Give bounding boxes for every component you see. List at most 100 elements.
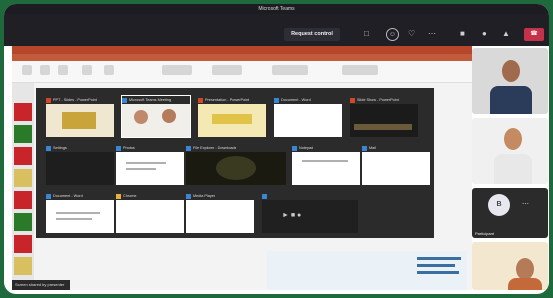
slide-thumbnails-panel xyxy=(12,83,34,290)
switcher-window-selected[interactable]: Microsoft Teams Meeting xyxy=(121,95,191,138)
switcher-window[interactable]: Slide Show - PowerPoint xyxy=(350,96,418,137)
leave-button[interactable]: ☎ xyxy=(524,28,544,41)
notepad-icon xyxy=(292,145,297,151)
window-preview xyxy=(186,152,286,185)
window-title: Settings xyxy=(53,146,67,150)
preview-image xyxy=(212,114,252,124)
participant-name: Participant xyxy=(475,231,494,236)
switcher-window[interactable]: Media Player xyxy=(186,192,254,233)
slide-thumbnail[interactable] xyxy=(14,191,32,209)
ribbon-button[interactable] xyxy=(104,65,114,75)
promo-line xyxy=(417,264,455,267)
share-icon[interactable]: ▲ xyxy=(502,30,510,38)
slide-thumbnail[interactable] xyxy=(14,257,32,275)
mail-icon xyxy=(362,145,367,151)
ribbon-button[interactable] xyxy=(162,65,192,75)
window-title: Document - Word xyxy=(281,98,311,102)
preview-line xyxy=(56,218,92,220)
slide-thumbnail[interactable] xyxy=(14,169,32,187)
window-preview xyxy=(116,200,184,233)
chat-icon[interactable]: □ xyxy=(364,30,369,38)
ribbon-button[interactable] xyxy=(82,65,92,75)
window-title: Presentation - PowerPoint xyxy=(205,98,250,102)
switcher-window[interactable]: Presentation - PowerPoint xyxy=(198,96,266,137)
promo-graphic xyxy=(267,251,467,290)
window-preview xyxy=(122,104,190,137)
explorer-icon xyxy=(186,145,191,151)
ribbon-button[interactable] xyxy=(272,65,308,75)
teams-window: Microsoft Teams Request control □ ☺ ♡ ⋯ … xyxy=(4,4,549,294)
window-preview xyxy=(350,104,418,137)
window-title: File Explorer - Downloads xyxy=(193,146,237,150)
promo-line xyxy=(417,257,461,260)
window-preview xyxy=(116,152,184,185)
participant-face xyxy=(504,128,522,150)
preview-line xyxy=(302,160,348,162)
ppt-titlebar xyxy=(12,46,472,54)
task-switcher: PPT - Slides - PowerPoint Microsoft Team… xyxy=(36,88,434,238)
participant-shirt xyxy=(508,278,542,290)
reactions-icon[interactable]: ♡ xyxy=(408,30,415,38)
conversation-icon[interactable]: ☺ xyxy=(386,28,399,41)
slide-thumbnail[interactable] xyxy=(14,103,32,121)
participant-video-tile[interactable]: B ⋯ Participant xyxy=(472,188,548,238)
ppt-ribbon-tabs xyxy=(12,54,472,61)
participant-video-tile[interactable] xyxy=(472,118,548,184)
switcher-window[interactable]: Mail xyxy=(362,144,430,185)
shared-status-label: Screen shared by presenter xyxy=(12,280,70,290)
switcher-window[interactable]: Photos xyxy=(116,144,184,185)
mic-icon[interactable]: ● xyxy=(482,30,487,38)
face xyxy=(162,109,176,123)
window-title: Media Player xyxy=(193,194,216,198)
window-preview xyxy=(46,104,114,137)
ribbon-button[interactable] xyxy=(212,65,242,75)
switcher-window[interactable]: File Explorer - Downloads xyxy=(186,144,286,185)
participant-avatar: B xyxy=(488,194,510,216)
window-preview: ► ■ ● xyxy=(262,200,358,233)
slide-thumbnail[interactable] xyxy=(14,147,32,165)
window-preview xyxy=(186,200,254,233)
window-preview xyxy=(198,104,266,137)
chrome-icon xyxy=(116,193,121,199)
powerpoint-icon xyxy=(350,97,355,103)
switcher-window[interactable]: Settings xyxy=(46,144,114,185)
slide-thumbnail[interactable] xyxy=(14,235,32,253)
switcher-window[interactable]: Document - Word xyxy=(46,192,114,233)
slide-thumbnail[interactable] xyxy=(14,125,32,143)
window-preview xyxy=(46,200,114,233)
request-control-button[interactable]: Request control xyxy=(284,28,340,41)
media-player-icon xyxy=(186,193,191,199)
window-preview xyxy=(292,152,360,185)
more-icon[interactable]: ⋯ xyxy=(428,30,436,38)
window-preview xyxy=(46,152,114,185)
camera-icon[interactable]: ■ xyxy=(460,30,465,38)
window-title: Photos xyxy=(123,146,135,150)
ppt-ribbon xyxy=(12,61,472,83)
ribbon-button[interactable] xyxy=(58,65,68,75)
participant-face xyxy=(516,258,534,280)
switcher-window[interactable]: Notepad xyxy=(292,144,360,185)
settings-icon xyxy=(46,145,51,151)
word-icon xyxy=(274,97,279,103)
participant-video-tile[interactable] xyxy=(472,48,548,114)
window-title: Mail xyxy=(369,146,376,150)
preview-image xyxy=(216,156,256,180)
promo-line xyxy=(417,271,459,274)
ribbon-button[interactable] xyxy=(22,65,32,75)
window-title: Chrome xyxy=(123,194,137,198)
switcher-window[interactable]: ► ■ ● xyxy=(262,192,358,233)
switcher-window[interactable]: PPT - Slides - PowerPoint xyxy=(46,96,114,137)
word-icon xyxy=(46,193,51,199)
switcher-window[interactable]: Chrome xyxy=(116,192,184,233)
slide-thumbnail[interactable] xyxy=(14,213,32,231)
meeting-controls-bar: Request control □ ☺ ♡ ⋯ ■ ● ▲ ☎ Show con… xyxy=(4,14,549,57)
window-preview xyxy=(362,152,430,185)
preview-line xyxy=(126,168,156,170)
meeting-icon xyxy=(262,193,267,199)
ribbon-button[interactable] xyxy=(40,65,50,75)
window-preview xyxy=(274,104,342,137)
ribbon-button[interactable] xyxy=(342,65,378,75)
switcher-window[interactable]: Document - Word xyxy=(274,96,342,137)
participant-video-tile[interactable] xyxy=(472,242,548,290)
more-icon[interactable]: ⋯ xyxy=(522,200,529,208)
